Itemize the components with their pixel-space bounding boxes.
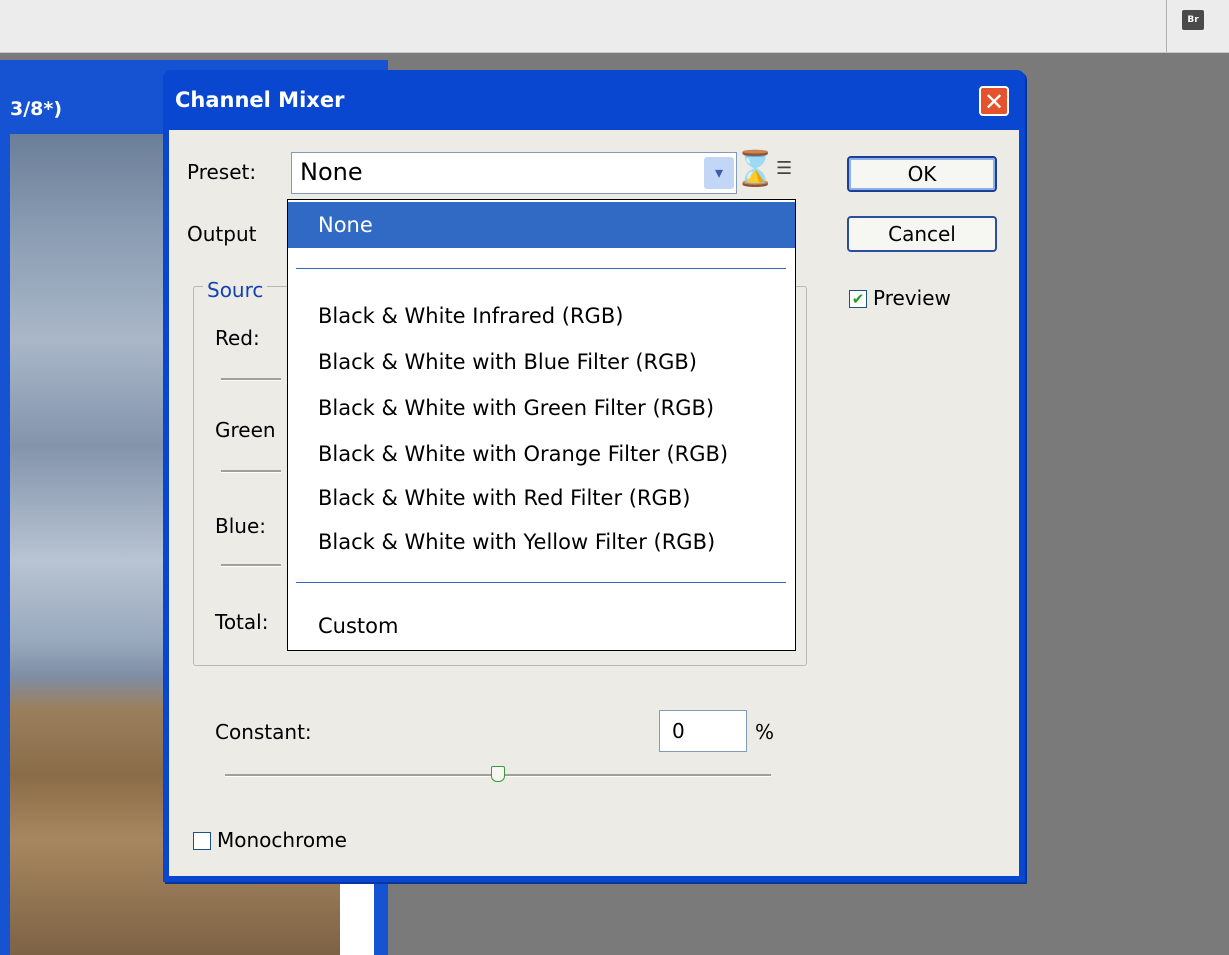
green-label: Green <box>215 418 276 442</box>
constant-slider-thumb[interactable] <box>491 766 505 782</box>
red-label: Red: <box>215 326 260 350</box>
preset-option-bw-blue[interactable]: Black & White with Blue Filter (RGB) <box>288 350 795 374</box>
preset-option-bw-red[interactable]: Black & White with Red Filter (RGB) <box>288 486 795 510</box>
total-label: Total: <box>215 610 269 634</box>
dialog-title: Channel Mixer <box>175 88 345 112</box>
constant-label: Constant: <box>215 720 312 744</box>
chevron-down-icon[interactable]: ▾ <box>704 157 734 189</box>
close-button[interactable]: ✕ <box>979 86 1009 116</box>
preset-value: None <box>300 158 363 186</box>
blue-slider[interactable] <box>221 564 281 567</box>
preset-option-none[interactable]: None <box>288 202 795 248</box>
hourglass-cursor-icon: ⌛ <box>734 149 777 189</box>
preview-checkbox[interactable]: ✔ <box>849 290 867 308</box>
source-channels-legend: Sourc <box>203 278 268 302</box>
monochrome-label: Monochrome <box>217 828 347 852</box>
app-options-bar: Br <box>0 0 1229 53</box>
output-channel-label: Output <box>187 222 257 246</box>
menu-separator <box>296 582 786 583</box>
preset-option-bw-yellow[interactable]: Black & White with Yellow Filter (RGB) <box>288 530 795 554</box>
red-slider[interactable] <box>221 378 281 381</box>
bridge-icon[interactable]: Br <box>1182 10 1204 30</box>
constant-unit: % <box>755 720 775 744</box>
constant-input[interactable]: 0 <box>659 710 747 752</box>
preset-option-custom[interactable]: Custom <box>288 614 795 638</box>
preset-label: Preset: <box>187 160 257 184</box>
preview-label: Preview <box>873 286 951 310</box>
blue-label: Blue: <box>215 514 266 538</box>
preset-select[interactable]: None ▾ <box>291 152 737 194</box>
green-slider[interactable] <box>221 470 281 473</box>
preset-option-bw-orange[interactable]: Black & White with Orange Filter (RGB) <box>288 442 795 466</box>
preset-options-icon[interactable]: ☰ <box>776 158 792 179</box>
preset-option-bw-green[interactable]: Black & White with Green Filter (RGB) <box>288 396 795 420</box>
cancel-button[interactable]: Cancel <box>847 216 997 252</box>
toolbar-separator <box>1166 0 1167 52</box>
document-title: 3/8*) <box>10 98 62 120</box>
ok-button[interactable]: OK <box>847 156 997 192</box>
menu-separator <box>296 268 786 269</box>
preset-dropdown-menu: None Black & White Infrared (RGB) Black … <box>287 199 796 651</box>
monochrome-checkbox[interactable] <box>193 832 211 850</box>
preset-option-bw-infrared[interactable]: Black & White Infrared (RGB) <box>288 304 795 328</box>
